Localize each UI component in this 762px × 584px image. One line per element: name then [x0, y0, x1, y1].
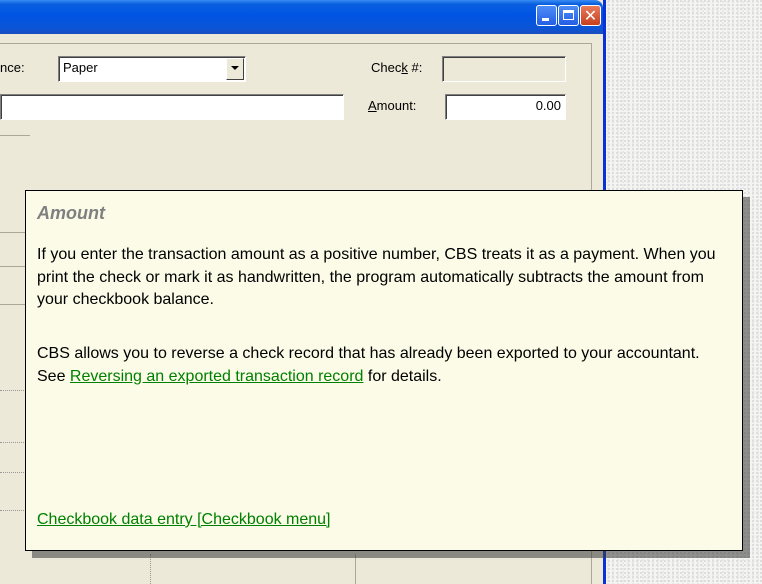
reversing-exported-transaction-link[interactable]: Reversing an exported transaction record [70, 368, 364, 385]
close-icon: ✕ [583, 6, 598, 25]
amount-label: Amount: [368, 98, 417, 113]
popup-title: Amount [37, 203, 105, 223]
source-dropdown[interactable]: Paper [58, 56, 246, 82]
grid-column-divider [355, 554, 356, 584]
close-button[interactable]: ✕ [580, 5, 601, 26]
minimize-button[interactable] [536, 5, 557, 26]
help-popup: Amount If you enter the transaction amou… [25, 190, 743, 551]
chevron-down-icon [231, 66, 239, 70]
checkbook-data-entry-link[interactable]: Checkbook data entry [Checkbook menu] [37, 511, 331, 529]
popup-paragraph-2-suffix: for details. [363, 367, 442, 385]
maximize-button[interactable] [558, 5, 579, 26]
check-number-label: Check #: [371, 60, 423, 75]
popup-paragraph-1: If you enter the transaction amount as a… [37, 246, 716, 308]
source-value: Paper [63, 60, 98, 75]
popup-paragraph-2: CBS allows you to reverse a check record… [37, 343, 727, 388]
minimize-icon [542, 18, 549, 21]
window-title-bar[interactable]: ✕ [0, 0, 603, 34]
check-number-field[interactable] [442, 56, 566, 82]
frame-top-edge [0, 43, 592, 44]
payee-field[interactable] [0, 94, 344, 120]
source-dropdown-button[interactable] [226, 58, 244, 80]
grid-column-divider [150, 554, 151, 584]
grid-line [0, 135, 30, 136]
maximize-icon [563, 10, 574, 20]
source-label: nce: [0, 60, 25, 75]
amount-field[interactable]: 0.00 [445, 94, 566, 120]
